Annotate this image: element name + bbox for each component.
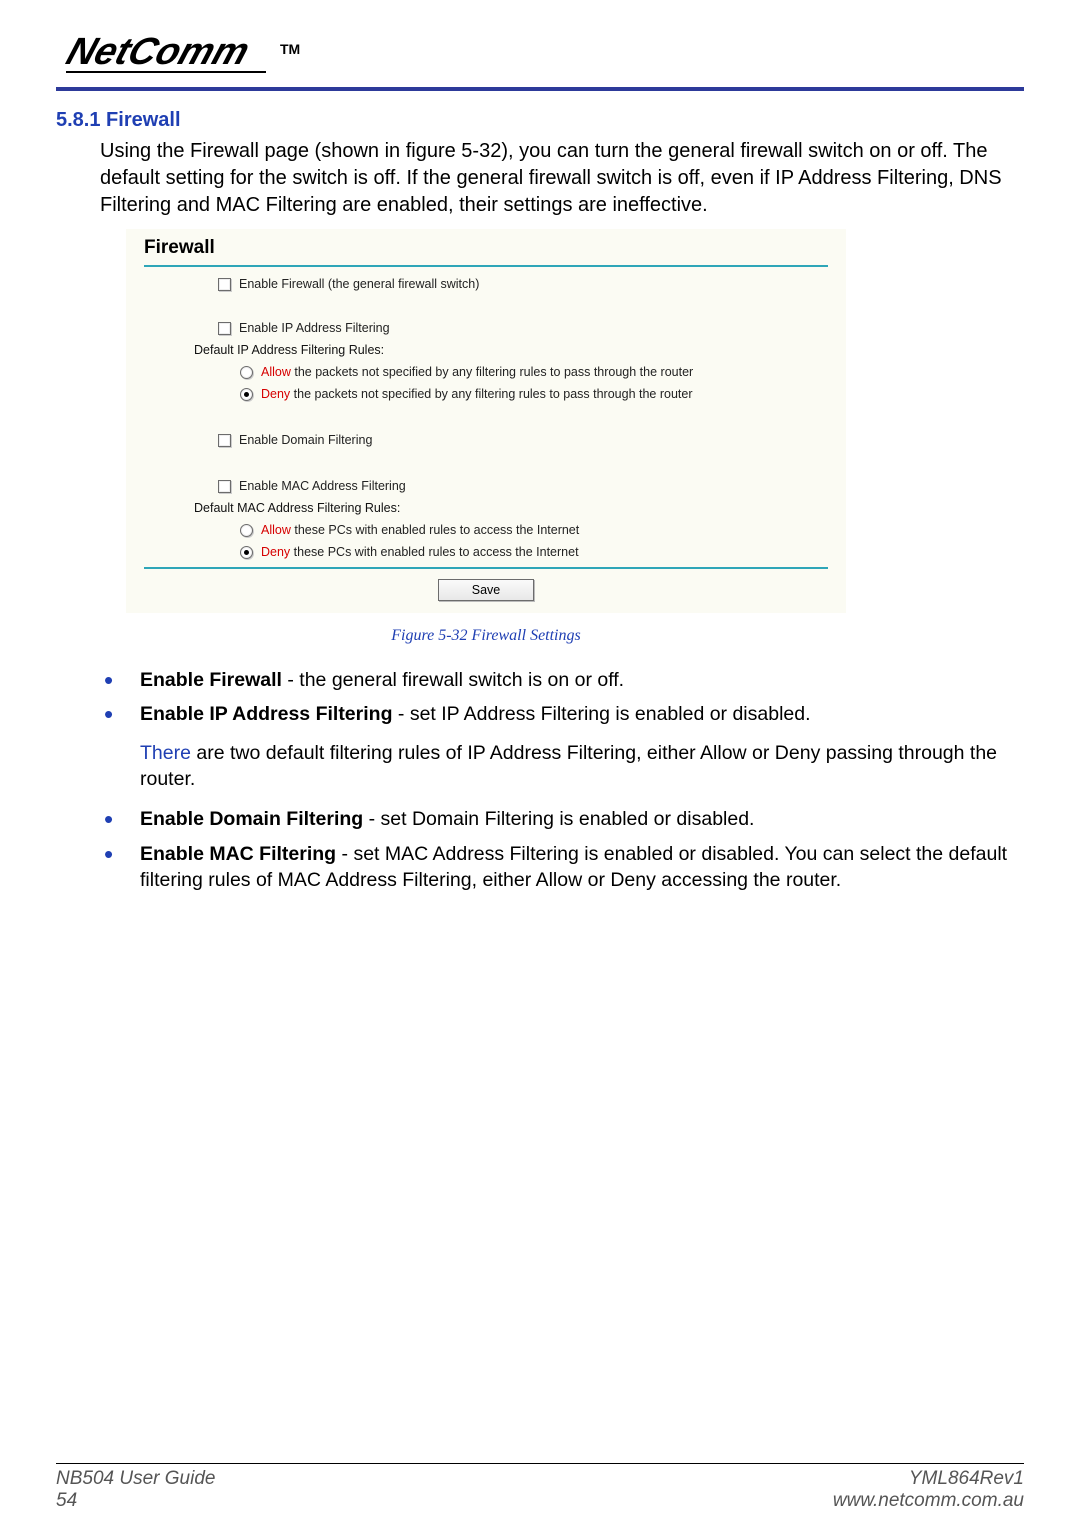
firewall-settings-panel: Firewall Enable Firewall (the general fi… xyxy=(126,229,846,613)
enable-firewall-row[interactable]: Enable Firewall (the general firewall sw… xyxy=(218,277,828,291)
enable-firewall-label: Enable Firewall (the general firewall sw… xyxy=(239,277,479,291)
feature-bullet-list: Enable Firewall - the general firewall s… xyxy=(56,661,1024,736)
feature-bullet-list-2: Enable Domain Filtering - set Domain Fil… xyxy=(56,800,1024,901)
enable-mac-filter-label: Enable MAC Address Filtering xyxy=(239,479,406,493)
mac-allow-label: Allow these PCs with enabled rules to ac… xyxy=(261,523,579,537)
list-item: Enable MAC Filtering - set MAC Address F… xyxy=(56,841,1024,894)
enable-firewall-checkbox[interactable] xyxy=(218,278,231,291)
netcomm-logo-icon: NetComm xyxy=(56,28,274,76)
header-divider xyxy=(56,87,1024,91)
mac-rules-heading: Default MAC Address Filtering Rules: xyxy=(194,501,828,515)
section-heading: 5.8.1 Firewall xyxy=(56,109,1024,132)
figure-caption: Figure 5-32 Firewall Settings xyxy=(126,627,846,645)
enable-mac-filter-row[interactable]: Enable MAC Address Filtering xyxy=(218,479,828,493)
mac-deny-row[interactable]: Deny these PCs with enabled rules to acc… xyxy=(240,545,828,559)
enable-domain-filter-label: Enable Domain Filtering xyxy=(239,433,372,447)
enable-ip-filter-label: Enable IP Address Filtering xyxy=(239,321,390,335)
ip-deny-row[interactable]: Deny the packets not specified by any fi… xyxy=(240,387,828,401)
ip-filter-subtext: There are two default filtering rules of… xyxy=(140,740,1024,793)
ip-allow-radio[interactable] xyxy=(240,366,253,379)
footer-divider xyxy=(56,1463,1024,1464)
panel-divider xyxy=(144,265,828,267)
panel-divider-bottom xyxy=(144,567,828,569)
ip-allow-row[interactable]: Allow the packets not specified by any f… xyxy=(240,365,828,379)
mac-deny-radio[interactable] xyxy=(240,546,253,559)
list-item: Enable Domain Filtering - set Domain Fil… xyxy=(56,806,1024,832)
svg-text:NetComm: NetComm xyxy=(61,31,254,73)
trademark-label: TM xyxy=(280,41,300,57)
intro-paragraph: Using the Firewall page (shown in figure… xyxy=(100,138,1024,219)
footer-page-number: 54 xyxy=(56,1490,215,1512)
panel-title: Firewall xyxy=(144,237,828,259)
list-item: Enable IP Address Filtering - set IP Add… xyxy=(56,701,1024,727)
ip-allow-label: Allow the packets not specified by any f… xyxy=(261,365,693,379)
enable-domain-filter-checkbox[interactable] xyxy=(218,434,231,447)
ip-rules-heading: Default IP Address Filtering Rules: xyxy=(194,343,828,357)
ip-deny-label: Deny the packets not specified by any fi… xyxy=(261,387,693,401)
list-item: Enable Firewall - the general firewall s… xyxy=(56,667,1024,693)
enable-ip-filter-row[interactable]: Enable IP Address Filtering xyxy=(218,321,828,335)
enable-ip-filter-checkbox[interactable] xyxy=(218,322,231,335)
page-footer: NB504 User Guide 54 YML864Rev1 www.netco… xyxy=(56,1468,1024,1512)
footer-doc-rev: YML864Rev1 xyxy=(833,1468,1024,1490)
ip-deny-radio[interactable] xyxy=(240,388,253,401)
mac-deny-label: Deny these PCs with enabled rules to acc… xyxy=(261,545,579,559)
enable-domain-filter-row[interactable]: Enable Domain Filtering xyxy=(218,433,828,447)
save-button[interactable]: Save xyxy=(438,579,534,601)
footer-url: www.netcomm.com.au xyxy=(833,1490,1024,1512)
mac-allow-row[interactable]: Allow these PCs with enabled rules to ac… xyxy=(240,523,828,537)
brand-logo: NetComm TM xyxy=(56,20,1024,79)
enable-mac-filter-checkbox[interactable] xyxy=(218,480,231,493)
mac-allow-radio[interactable] xyxy=(240,524,253,537)
footer-doc-title: NB504 User Guide xyxy=(56,1468,215,1490)
